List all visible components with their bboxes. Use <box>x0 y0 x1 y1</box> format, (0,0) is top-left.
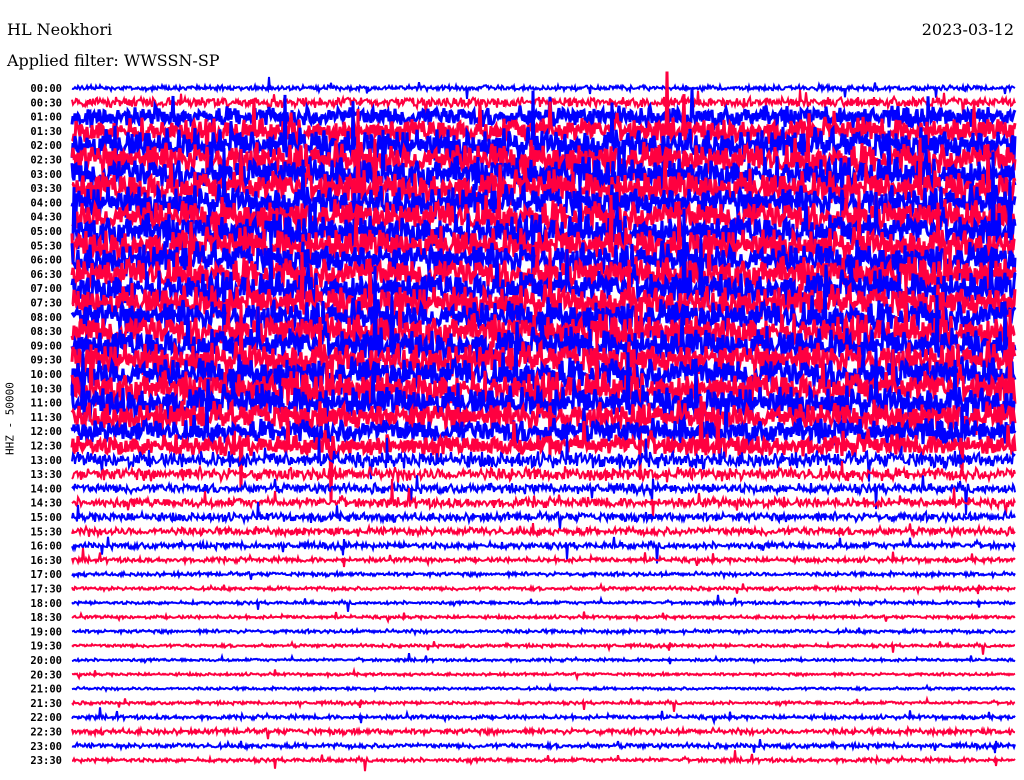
time-tick-label: 16:30 <box>30 555 62 567</box>
time-tick-label: 22:30 <box>30 727 62 739</box>
time-tick-label: 12:30 <box>30 441 62 453</box>
trace-row-1400 <box>71 475 1016 516</box>
time-tick-label: 21:00 <box>30 684 62 696</box>
trace-row-2200 <box>71 707 1016 726</box>
time-tick-label: 09:00 <box>30 340 62 352</box>
time-tick-label: 14:00 <box>30 483 62 495</box>
time-tick-label: 16:00 <box>30 541 62 553</box>
time-tick-label: 21:30 <box>30 698 62 710</box>
time-tick-label: 19:30 <box>30 641 62 653</box>
time-tick-label: 18:30 <box>30 612 62 624</box>
time-tick-label: 00:00 <box>30 83 62 95</box>
time-tick-label: 04:00 <box>30 197 62 209</box>
time-tick-label: 02:00 <box>30 140 62 152</box>
trace-row-1630 <box>71 547 1016 568</box>
time-tick-label: 09:30 <box>30 355 62 367</box>
helicorder-plot: 00:00 00:30 01:00 01:30 02:00 02:30 03:00 03:30… <box>30 71 1017 772</box>
trace-row-2300 <box>71 739 1016 754</box>
time-tick-label: 01:00 <box>30 112 62 124</box>
time-tick-label: 11:00 <box>30 398 62 410</box>
time-tick-label: 15:30 <box>30 526 62 538</box>
trace-row-1800 <box>71 594 1016 612</box>
trace-row-1700 <box>71 569 1016 581</box>
time-tick-label: 06:00 <box>30 255 62 267</box>
trace-row-2330 <box>72 750 1016 772</box>
time-tick-label: 10:30 <box>30 383 62 395</box>
time-tick-label: 11:30 <box>30 412 62 424</box>
trace-row-1900 <box>71 626 1016 637</box>
time-tick-label: 23:30 <box>30 755 62 767</box>
time-tick-label: 01:30 <box>30 126 62 138</box>
trace-row-2230 <box>71 724 1016 740</box>
time-tick-label: 13:00 <box>30 455 62 467</box>
time-tick-label: 02:30 <box>30 155 62 167</box>
trace-row-1330 <box>71 460 1016 485</box>
time-tick-label: 03:30 <box>30 183 62 195</box>
time-tick-label: 08:30 <box>30 326 62 338</box>
time-tick-label: 19:00 <box>30 626 62 638</box>
trace-row-1930 <box>71 639 1015 655</box>
time-tick-label: 08:00 <box>30 312 62 324</box>
time-tick-label: 22:00 <box>30 712 62 724</box>
time-tick-label: 04:30 <box>30 212 62 224</box>
time-tick-label: 14:30 <box>30 498 62 510</box>
time-tick-label: 05:00 <box>30 226 62 238</box>
time-tick-label: 17:00 <box>30 569 62 581</box>
trace-row-2100 <box>71 682 1016 694</box>
time-tick-label: 10:00 <box>30 369 62 381</box>
time-tick-label: 00:30 <box>30 97 62 109</box>
trace-row-2030 <box>71 666 1016 682</box>
time-tick-label: 18:00 <box>30 598 62 610</box>
time-tick-label: 20:30 <box>30 669 62 681</box>
time-tick-label: 13:30 <box>30 469 62 481</box>
time-tick-label: 03:00 <box>30 169 62 181</box>
time-tick-label: 17:30 <box>30 584 62 596</box>
time-tick-label: 23:00 <box>30 741 62 753</box>
time-tick-label: 06:30 <box>30 269 62 281</box>
trace-row-0000 <box>71 76 1016 99</box>
trace-row-1730 <box>71 581 1016 597</box>
time-tick-label: 05:30 <box>30 240 62 252</box>
trace-row-1530 <box>71 522 1016 539</box>
time-tick-label: 07:30 <box>30 298 62 310</box>
trace-row-2000 <box>71 652 1016 665</box>
time-tick-label: 15:00 <box>30 512 62 524</box>
time-tick-label: 07:00 <box>30 283 62 295</box>
time-tick-label: 20:00 <box>30 655 62 667</box>
trace-row-1830 <box>71 610 1016 625</box>
time-tick-label: 12:00 <box>30 426 62 438</box>
trace-row-2130 <box>71 695 1016 712</box>
